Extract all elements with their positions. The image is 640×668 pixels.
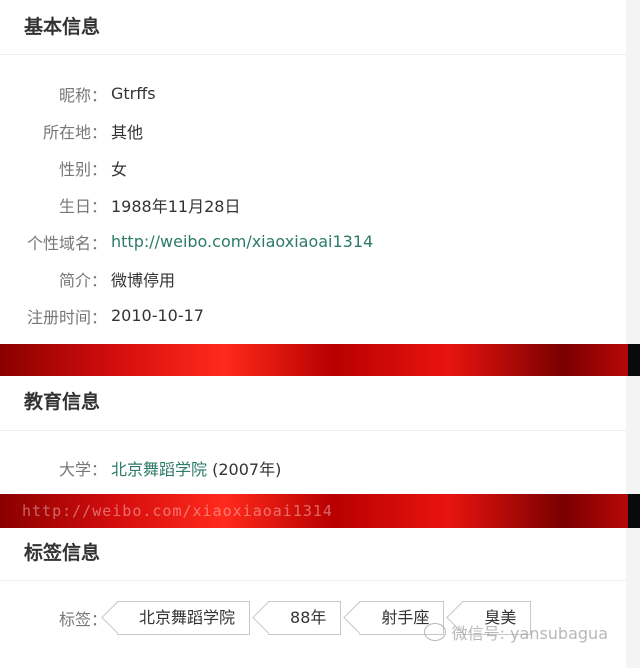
row-value: 其他 <box>111 122 144 142</box>
education-row: 大学： 北京舞蹈学院 (2007年) <box>0 449 626 486</box>
info-row-bio: 简介： 微博停用 <box>0 260 626 297</box>
school-year: (2007年) <box>207 459 282 479</box>
row-value: 女 <box>111 159 128 179</box>
row-value: 微博停用 <box>111 270 176 290</box>
info-row-gender: 性别： 女 <box>0 149 626 186</box>
section-title: 教育信息 <box>0 376 626 431</box>
education-card: 教育信息 大学： 北京舞蹈学院 (2007年) <box>0 376 626 494</box>
row-label: 注册时间： <box>26 307 107 327</box>
info-row-registered: 注册时间： 2010-10-17 <box>0 297 626 334</box>
section-title: 基本信息 <box>0 0 626 55</box>
info-row-location: 所在地： 其他 <box>0 112 626 149</box>
row-value: Gtrffs <box>111 84 156 103</box>
row-value: 1988年11月28日 <box>111 196 241 216</box>
info-row-nickname: 昵称： Gtrffs <box>0 75 626 112</box>
row-label: 所在地： <box>42 122 107 142</box>
tag-item[interactable]: 88年 <box>268 601 342 635</box>
tag-item[interactable]: 北京舞蹈学院 <box>117 601 251 635</box>
tags-card: 标签信息 标签： 北京舞蹈学院 88年 射手座 臭美 微信号: yansubag… <box>0 528 626 668</box>
wechat-watermark: 微信号: yansubagua <box>423 620 608 644</box>
basic-info-card: 基本信息 昵称： Gtrffs 所在地： 其他 性别： 女 生日： 1988年1… <box>0 0 626 344</box>
row-label: 性别： <box>58 159 107 179</box>
band-watermark: http://weibo.com/xiaoxiaoai1314 <box>22 502 333 520</box>
school-link[interactable]: 北京舞蹈学院 <box>111 460 207 479</box>
wechat-icon <box>423 623 446 641</box>
info-row-domain: 个性域名： http://weibo.com/xiaoxiaoai1314 <box>0 223 626 260</box>
row-label: 个性域名： <box>26 233 107 253</box>
row-value: 2010-10-17 <box>111 306 204 325</box>
row-label: 昵称： <box>58 85 107 105</box>
background-image-band <box>0 344 640 376</box>
row-label: 标签： <box>58 610 107 629</box>
section-title: 标签信息 <box>0 528 626 581</box>
info-row-birthday: 生日： 1988年11月28日 <box>0 186 626 223</box>
row-label: 简介： <box>58 270 107 290</box>
domain-link[interactable]: http://weibo.com/xiaoxiaoai1314 <box>107 232 373 251</box>
wechat-watermark-text: 微信号: yansubagua <box>451 624 608 643</box>
background-image-band: http://weibo.com/xiaoxiaoai1314 <box>0 494 640 528</box>
row-label: 大学： <box>58 459 107 479</box>
row-label: 生日： <box>58 196 107 216</box>
